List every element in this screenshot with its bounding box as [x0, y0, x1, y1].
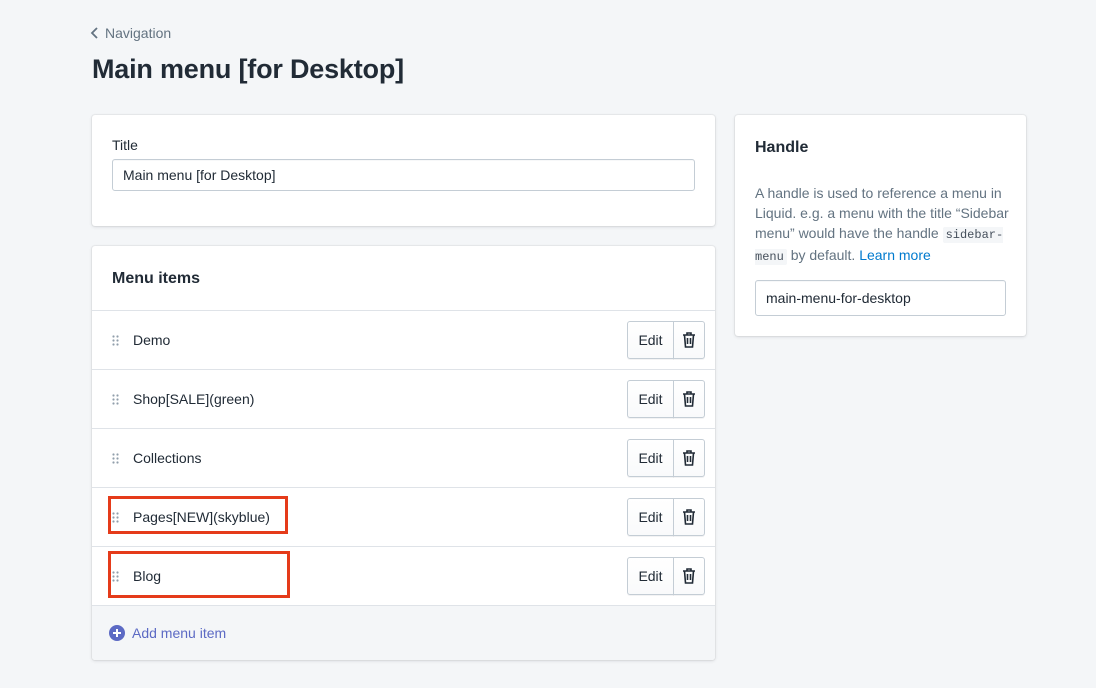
trash-icon: [683, 391, 695, 407]
add-menu-item-label: Add menu item: [132, 625, 227, 641]
trash-icon: [683, 509, 695, 525]
edit-button[interactable]: Edit: [627, 557, 674, 595]
edit-button[interactable]: Edit: [627, 380, 674, 418]
menu-item-actions: Edit: [627, 557, 705, 595]
edit-button[interactable]: Edit: [627, 439, 674, 477]
drag-handle-icon[interactable]: [112, 394, 119, 405]
edit-button[interactable]: Edit: [627, 498, 674, 536]
handle-card: Handle A handle is used to reference a m…: [735, 115, 1026, 336]
delete-button[interactable]: [673, 380, 705, 418]
menu-item-label: Pages[NEW](skyblue): [133, 509, 270, 525]
drag-handle-icon[interactable]: [112, 571, 119, 582]
delete-button[interactable]: [673, 321, 705, 359]
title-card: Title: [92, 115, 715, 226]
drag-handle-icon[interactable]: [112, 512, 119, 523]
menu-item-label: Shop[SALE](green): [133, 391, 255, 407]
menu-item-row[interactable]: Collections Edit: [92, 428, 715, 487]
trash-icon: [683, 332, 695, 348]
trash-icon: [683, 568, 695, 584]
title-input[interactable]: [112, 159, 695, 191]
handle-input[interactable]: [755, 280, 1006, 316]
chevron-left-icon: [90, 27, 98, 39]
learn-more-link[interactable]: Learn more: [859, 247, 931, 263]
handle-heading: Handle: [755, 139, 809, 156]
menu-item-label: Blog: [133, 568, 162, 584]
page-title: Main menu [for Desktop]: [92, 54, 404, 84]
menu-item-actions: Edit: [627, 498, 705, 536]
menu-items-list: Demo Edit Shop[SALE](green) Edit Collect…: [92, 310, 715, 605]
delete-button[interactable]: [673, 439, 705, 477]
menu-item-row[interactable]: Pages[NEW](skyblue) Edit: [92, 487, 715, 546]
breadcrumb[interactable]: Navigation: [90, 25, 171, 41]
edit-button[interactable]: Edit: [627, 321, 674, 359]
plus-circle-icon: [109, 625, 125, 641]
menu-item-row[interactable]: Shop[SALE](green) Edit: [92, 369, 715, 428]
breadcrumb-label: Navigation: [105, 25, 172, 41]
menu-item-actions: Edit: [627, 380, 705, 418]
delete-button[interactable]: [673, 498, 705, 536]
add-menu-item-link[interactable]: Add menu item: [109, 625, 226, 641]
menu-items-heading: Menu items: [112, 270, 201, 287]
handle-desc-text-2: by default.: [786, 247, 860, 263]
add-menu-item-footer: Add menu item: [92, 605, 715, 660]
menu-item-actions: Edit: [627, 321, 705, 359]
menu-item-row[interactable]: Demo Edit: [92, 310, 715, 369]
menu-items-card: Menu items Demo Edit Shop[SALE](green) E…: [92, 246, 715, 660]
title-field-label: Title: [112, 137, 138, 153]
drag-handle-icon[interactable]: [112, 453, 119, 464]
trash-icon: [683, 450, 695, 466]
menu-item-row[interactable]: Blog Edit: [92, 546, 715, 605]
delete-button[interactable]: [673, 557, 705, 595]
menu-item-label: Demo: [133, 332, 171, 348]
menu-item-label: Collections: [133, 450, 202, 466]
menu-item-actions: Edit: [627, 439, 705, 477]
drag-handle-icon[interactable]: [112, 335, 119, 346]
handle-description: A handle is used to reference a menu in …: [755, 183, 1013, 267]
